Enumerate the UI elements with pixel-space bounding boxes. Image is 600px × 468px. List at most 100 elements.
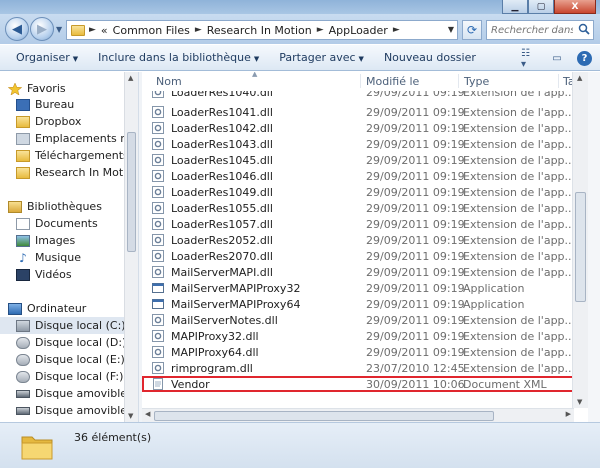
breadcrumb-research-in-motion[interactable]: Research In Motion — [207, 24, 312, 37]
file-row[interactable]: LoaderRes1045.dll 29/09/2011 09:19 Extensi… — [142, 152, 582, 168]
column-header-name[interactable]: Nom — [156, 72, 182, 90]
recent-pages-dropdown[interactable]: ▼ — [56, 25, 62, 34]
file-row[interactable]: LoaderRes1055.dll 29/09/2011 09:19 Extensi… — [142, 200, 582, 216]
file-row[interactable]: LoaderRes1041.dll 29/09/2011 09:19 Extensi… — [142, 104, 582, 120]
file-row[interactable]: MAPIProxy32.dll 29/09/2011 09:19 Extension… — [142, 328, 582, 344]
address-dropdown-icon[interactable]: ▼ — [448, 25, 454, 34]
scroll-down-icon[interactable]: ▼ — [128, 412, 133, 420]
nav-favorites[interactable]: Favoris — [8, 80, 66, 97]
file-name: LoaderRes1040.dll — [171, 85, 273, 99]
column-modified-label: Modifié le — [366, 74, 420, 88]
details-pane: 36 élément(s) — [0, 422, 600, 468]
file-row[interactable]: LoaderRes2052.dll 29/09/2011 09:19 Extensi… — [142, 232, 582, 248]
file-type: Extension de l'app... — [463, 361, 576, 375]
organize-menu[interactable]: Organiser ▼ — [16, 51, 78, 64]
removable-drive-icon — [16, 389, 30, 398]
nav-item-label: Vidéos — [35, 268, 72, 281]
file-row[interactable]: LoaderRes1046.dll 29/09/2011 09:19 Extensi… — [142, 168, 582, 184]
breadcrumb-overflow[interactable]: « — [101, 24, 108, 37]
file-row[interactable]: MAPIProxy64.dll 29/09/2011 09:19 Extension… — [142, 344, 582, 360]
nav-item-documents[interactable]: Documents — [16, 215, 98, 232]
view-options-icon[interactable]: ☷ ▾ — [521, 48, 537, 70]
file-type: Extension de l'app... — [463, 233, 576, 247]
chevron-icon[interactable]: ► — [317, 25, 324, 35]
file-row[interactable]: Vendor 30/09/2011 10:06 Document XML — [142, 376, 582, 392]
file-list-scrollbar[interactable]: ▲ ▼ — [572, 72, 588, 408]
file-row[interactable]: MailServerMAPI.dll 29/09/2011 09:19 Extens… — [142, 264, 582, 280]
nav-item-dropbox[interactable]: Dropbox — [16, 113, 81, 130]
nav-item-local-disk-f[interactable]: Disque local (F:) — [16, 368, 123, 385]
file-name: MailServerNotes.dll — [171, 313, 278, 327]
nav-item-images[interactable]: Images — [16, 232, 75, 249]
nav-scroll-thumb[interactable] — [127, 132, 136, 252]
nav-libraries[interactable]: Bibliothèques — [8, 198, 102, 215]
horizontal-scrollbar[interactable]: ◀ ▶ — [142, 408, 574, 422]
forward-button[interactable]: ▶ — [30, 17, 54, 41]
help-icon[interactable]: ? — [577, 51, 592, 66]
nav-item-music[interactable]: ♪ Musique — [16, 249, 81, 266]
dll-file-icon — [152, 234, 164, 246]
scroll-left-icon[interactable]: ◀ — [145, 410, 150, 418]
search-box[interactable] — [486, 20, 594, 40]
scroll-down-icon[interactable]: ▼ — [577, 398, 582, 406]
file-row[interactable]: rimprogram.dll 23/07/2010 12:45 Extension … — [142, 360, 582, 376]
column-header-type[interactable]: Type — [464, 72, 489, 90]
column-header-modified[interactable]: Modifié le — [366, 72, 419, 90]
nav-item-downloads[interactable]: Téléchargements — [16, 147, 129, 164]
minimize-button[interactable]: ▁ — [502, 0, 528, 14]
column-divider[interactable] — [458, 74, 459, 88]
folder-icon — [21, 436, 53, 460]
chevron-icon[interactable]: ► — [393, 25, 400, 35]
nav-scrollbar[interactable]: ▲ ▼ — [124, 72, 138, 422]
refresh-button[interactable]: ⟳ — [462, 20, 482, 40]
nav-item-local-disk-e[interactable]: Disque local (E:) — [16, 351, 125, 368]
column-divider[interactable] — [558, 74, 559, 88]
nav-computer[interactable]: Ordinateur — [8, 300, 86, 317]
file-type: Extension de l'app... — [463, 249, 576, 263]
file-row[interactable]: LoaderRes1057.dll 29/09/2011 09:19 Extensi… — [142, 216, 582, 232]
nav-item-recent-places[interactable]: Emplacements ré — [16, 130, 131, 147]
file-row[interactable]: LoaderRes1040.dll 29/09/2011 09:19 Extensi… — [142, 85, 582, 100]
back-button[interactable]: ◀ — [5, 17, 29, 41]
file-date: 29/09/2011 09:19 — [366, 137, 465, 151]
close-button[interactable]: X — [554, 0, 596, 14]
file-type: Extension de l'app... — [463, 217, 576, 231]
search-icon[interactable] — [578, 23, 590, 35]
file-row[interactable]: LoaderRes1043.dll 29/09/2011 09:19 Extensi… — [142, 136, 582, 152]
nav-item-bureau[interactable]: Bureau — [16, 96, 74, 113]
nav-item-local-disk-d[interactable]: Disque local (D:) — [16, 334, 126, 351]
chevron-icon[interactable]: ► — [195, 25, 202, 35]
documents-icon — [16, 217, 30, 230]
nav-item-research-in-motion[interactable]: Research In Moti — [16, 164, 126, 181]
breadcrumb-apploader[interactable]: AppLoader — [329, 24, 388, 37]
maximize-button[interactable]: ▢ — [528, 0, 554, 14]
column-divider[interactable] — [360, 74, 361, 88]
breadcrumb-common-files[interactable]: Common Files — [113, 24, 190, 37]
scroll-up-icon[interactable]: ▲ — [577, 74, 582, 82]
address-bar[interactable]: ► « Common Files ► Research In Motion ► … — [66, 20, 458, 40]
nav-item-removable-disk-2[interactable]: Disque amovible — [16, 402, 127, 419]
xml-document-icon — [153, 378, 163, 390]
file-row[interactable]: LoaderRes1042.dll 29/09/2011 09:19 Extensi… — [142, 120, 582, 136]
new-folder-button[interactable]: Nouveau dossier — [384, 51, 476, 64]
nav-item-videos[interactable]: Vidéos — [16, 266, 72, 283]
file-row[interactable]: LoaderRes1049.dll 29/09/2011 09:19 Extensi… — [142, 184, 582, 200]
scroll-right-icon[interactable]: ▶ — [566, 410, 571, 418]
file-row[interactable]: LoaderRes2070.dll 29/09/2011 09:19 Extensi… — [142, 248, 582, 264]
nav-item-removable-disk-1[interactable]: Disque amovible — [16, 385, 127, 402]
star-icon — [8, 82, 22, 95]
share-with-menu[interactable]: Partager avec ▼ — [279, 51, 364, 64]
horizontal-scroll-thumb[interactable] — [154, 411, 494, 421]
file-row[interactable]: MailServerMAPIProxy64 29/09/2011 09:19 App… — [142, 296, 582, 312]
search-input[interactable] — [487, 21, 573, 39]
file-name: MAPIProxy32.dll — [171, 329, 259, 343]
include-library-menu[interactable]: Inclure dans la bibliothèque ▼ — [98, 51, 259, 64]
file-row[interactable]: MailServerNotes.dll 29/09/2011 09:19 Exten… — [142, 312, 582, 328]
file-row[interactable]: MailServerMAPIProxy32 29/09/2011 09:19 App… — [142, 280, 582, 296]
nav-item-local-disk-c[interactable]: Disque local (C:) — [0, 317, 126, 334]
file-scroll-thumb[interactable] — [575, 192, 586, 302]
file-type: Extension de l'app... — [463, 121, 576, 135]
file-name: LoaderRes1049.dll — [171, 185, 273, 199]
scroll-up-icon[interactable]: ▲ — [128, 74, 133, 82]
preview-pane-icon[interactable]: ▭ — [549, 52, 565, 66]
